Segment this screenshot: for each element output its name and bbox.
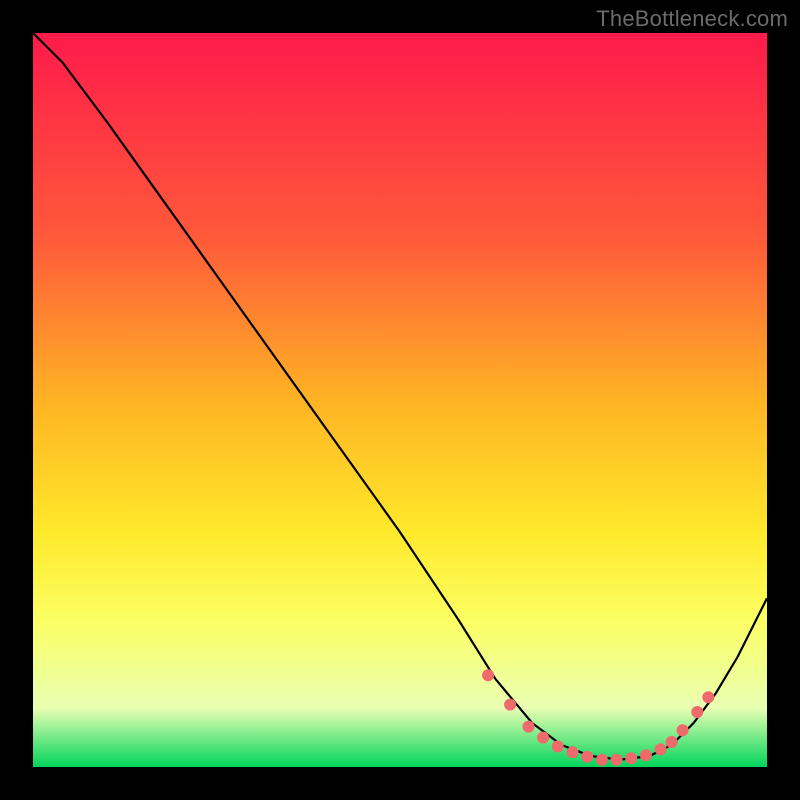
valley-marker bbox=[666, 736, 678, 748]
valley-marker bbox=[504, 699, 516, 711]
valley-marker bbox=[611, 754, 623, 766]
valley-marker bbox=[596, 754, 608, 766]
chart-canvas bbox=[0, 0, 800, 800]
valley-marker bbox=[552, 740, 564, 752]
valley-marker bbox=[677, 724, 689, 736]
valley-marker bbox=[702, 691, 714, 703]
valley-marker bbox=[581, 751, 593, 763]
valley-marker bbox=[567, 746, 579, 758]
valley-marker bbox=[625, 752, 637, 764]
valley-marker bbox=[640, 749, 652, 761]
valley-marker bbox=[482, 669, 494, 681]
watermark-text: TheBottleneck.com bbox=[596, 6, 788, 32]
valley-marker bbox=[655, 743, 667, 755]
valley-marker bbox=[691, 706, 703, 718]
gradient-plot-area bbox=[33, 33, 767, 767]
valley-marker bbox=[537, 732, 549, 744]
valley-marker bbox=[523, 721, 535, 733]
